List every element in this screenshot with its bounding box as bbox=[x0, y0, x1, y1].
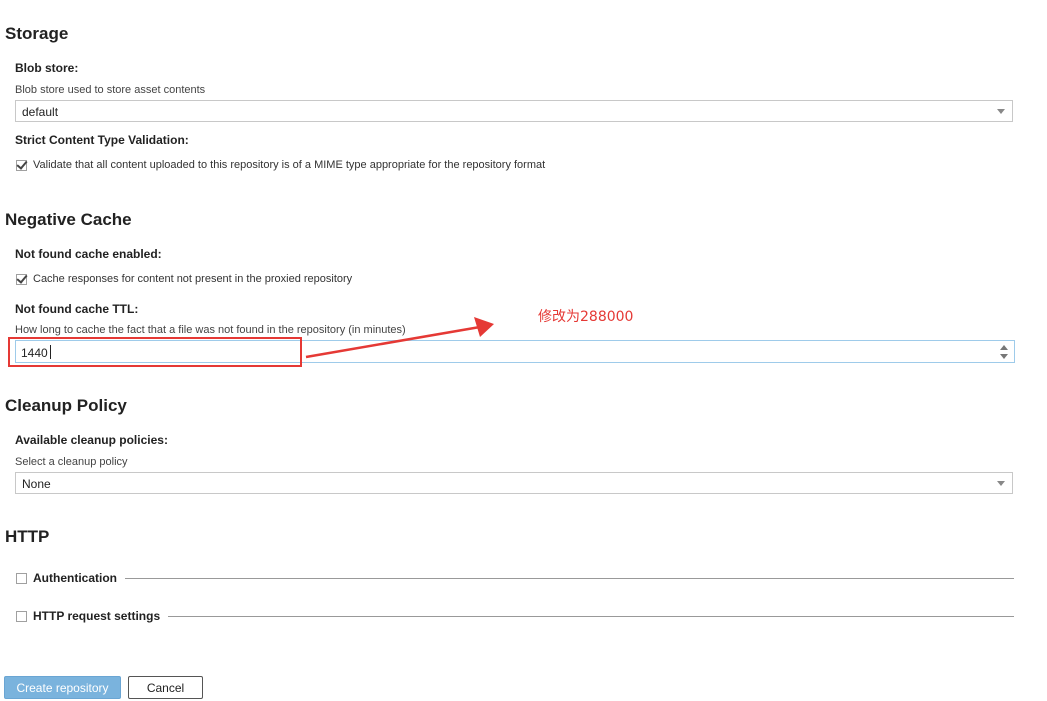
blob-store-select[interactable]: default bbox=[15, 100, 1013, 122]
strict-validation-row: Validate that all content uploaded to th… bbox=[16, 159, 545, 171]
annotation-highlight-box bbox=[8, 337, 302, 367]
blob-store-value: default bbox=[22, 105, 59, 119]
authentication-checkbox[interactable] bbox=[16, 572, 27, 584]
cleanup-policies-help: Select a cleanup policy bbox=[15, 456, 128, 468]
http-request-settings-checkbox[interactable] bbox=[16, 610, 27, 622]
http-request-settings-fieldset: HTTP request settings bbox=[16, 609, 1014, 623]
create-repository-button[interactable]: Create repository bbox=[4, 676, 121, 699]
strict-validation-checkbox[interactable] bbox=[16, 159, 27, 171]
authentication-fieldset: Authentication bbox=[16, 571, 1014, 585]
red-arrow-icon bbox=[305, 317, 494, 359]
spinner-arrows-icon[interactable] bbox=[1000, 345, 1008, 359]
cleanup-policy-value: None bbox=[22, 477, 51, 491]
negative-cache-section-title: Negative Cache bbox=[5, 210, 132, 229]
cleanup-section-title: Cleanup Policy bbox=[5, 396, 127, 415]
not-found-cache-checkbox[interactable] bbox=[16, 273, 27, 285]
fieldset-divider bbox=[168, 615, 1014, 617]
blob-store-label: Blob store: bbox=[15, 61, 79, 75]
caret-down-icon bbox=[997, 109, 1005, 114]
cleanup-policies-label: Available cleanup policies: bbox=[15, 433, 168, 447]
cancel-button[interactable]: Cancel bbox=[128, 676, 203, 699]
strict-validation-text: Validate that all content uploaded to th… bbox=[33, 159, 546, 171]
storage-section-title: Storage bbox=[5, 24, 69, 43]
annotation-text: 修改为288000 bbox=[538, 309, 634, 325]
strict-validation-label: Strict Content Type Validation: bbox=[15, 133, 189, 147]
caret-down-icon bbox=[997, 481, 1005, 486]
authentication-label[interactable]: Authentication bbox=[33, 571, 117, 585]
http-section-title: HTTP bbox=[5, 527, 50, 546]
fieldset-divider bbox=[125, 577, 1014, 579]
http-request-settings-label[interactable]: HTTP request settings bbox=[33, 609, 160, 623]
not-found-cache-enabled-label: Not found cache enabled: bbox=[15, 247, 162, 261]
not-found-ttl-label: Not found cache TTL: bbox=[15, 302, 139, 316]
not-found-cache-text: Cache responses for content not present … bbox=[33, 273, 353, 285]
not-found-cache-row: Cache responses for content not present … bbox=[16, 273, 352, 285]
blob-store-help: Blob store used to store asset contents bbox=[15, 84, 206, 96]
cleanup-policy-select[interactable]: None bbox=[15, 472, 1013, 494]
